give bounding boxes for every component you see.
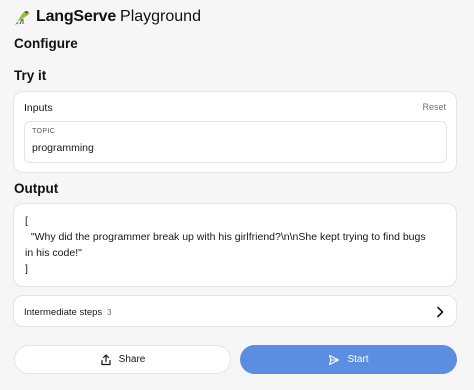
app-header: LangServe Playground: [13, 6, 201, 28]
topic-field[interactable]: TOPIC programming: [24, 121, 447, 163]
inputs-title: Inputs: [24, 102, 53, 114]
parrot-icon: [15, 10, 30, 25]
start-button-label: Start: [347, 354, 369, 365]
share-button-label: Share: [118, 354, 146, 365]
intermediate-steps-toggle[interactable]: Intermediate steps 3: [13, 295, 457, 327]
brand-subtitle: Playground: [120, 8, 201, 25]
inputs-panel: Inputs Reset TOPIC programming: [13, 91, 457, 173]
start-button[interactable]: Start: [240, 345, 457, 374]
output-panel: [ "Why did the programmer break up with …: [13, 203, 457, 287]
chevron-right-icon[interactable]: [435, 306, 445, 318]
send-icon: [329, 354, 340, 365]
reset-button[interactable]: Reset: [422, 102, 446, 112]
steps-count-badge: 3: [107, 308, 112, 317]
intermediate-steps-row: Intermediate steps 3: [24, 307, 112, 318]
try-it-heading: Try it: [14, 68, 47, 83]
output-heading: Output: [14, 181, 59, 196]
topic-label: TOPIC: [32, 128, 56, 135]
topic-input[interactable]: programming: [32, 142, 94, 154]
share-icon: [101, 353, 111, 365]
brand-name: LangServe: [36, 8, 117, 25]
configure-heading: Configure: [14, 36, 78, 51]
share-button[interactable]: Share: [14, 345, 231, 374]
output-text: [ "Why did the programmer break up with …: [25, 215, 426, 275]
intermediate-steps-label: Intermediate steps: [24, 307, 103, 318]
